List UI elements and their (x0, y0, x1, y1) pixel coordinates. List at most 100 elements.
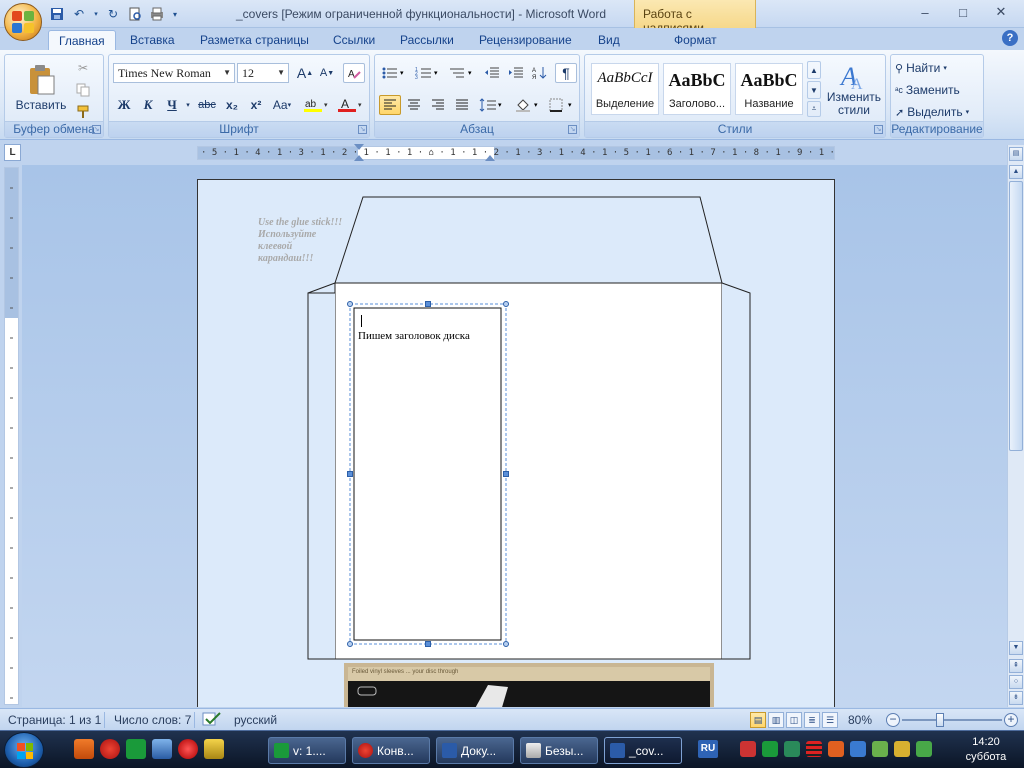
tray-icon[interactable] (784, 741, 800, 757)
styles-scroll-down-icon[interactable]: ▼ (807, 81, 821, 99)
font-launcher-icon[interactable]: ↘ (358, 125, 367, 134)
tray-icon[interactable] (872, 741, 888, 757)
textbox-text[interactable]: Пишем заголовок диска (358, 330, 470, 342)
start-button[interactable] (4, 732, 44, 768)
undo-icon[interactable]: ↶ (70, 5, 88, 23)
status-page[interactable]: Страница: 1 из 1 (8, 713, 101, 727)
paste-button[interactable]: Вставить (13, 59, 69, 117)
numbering-button[interactable]: 1 2 3 ▾ (413, 63, 443, 83)
bullets-button[interactable]: ▾ (379, 63, 409, 83)
textbox-handle-left[interactable] (347, 471, 353, 477)
clock[interactable]: 14:20 суббота (952, 735, 1020, 765)
document-area[interactable]: Use the glue stick!!! Используйте клеево… (22, 165, 1007, 707)
scroll-down-icon[interactable]: ▼ (1009, 641, 1023, 655)
multilevel-list-button[interactable]: ▾ (447, 63, 477, 83)
show-marks-button[interactable]: ¶ (555, 63, 577, 83)
zoom-level[interactable]: 80% (848, 713, 872, 727)
app-icon[interactable] (204, 739, 224, 759)
redo-icon[interactable]: ↻ (104, 5, 122, 23)
font-family-combo[interactable]: Times New Roman ▼ (113, 63, 235, 83)
scroll-thumb[interactable] (1009, 181, 1023, 451)
print-layout-view-icon[interactable]: ▤ (750, 712, 766, 728)
tray-icon[interactable] (806, 741, 822, 757)
taskbar-item-active[interactable]: _cov... (604, 737, 682, 764)
align-center-button[interactable] (403, 95, 425, 115)
shading-button[interactable]: ▾ (513, 95, 543, 115)
vertical-ruler[interactable] (4, 167, 19, 705)
clipboard-launcher-icon[interactable]: ↘ (92, 125, 101, 134)
tab-home[interactable]: Главная (48, 30, 116, 50)
proofing-check-icon[interactable] (202, 711, 222, 730)
full-screen-reading-icon[interactable]: ▥ (768, 712, 784, 728)
grow-font-button[interactable]: A ▲ (295, 63, 315, 83)
font-color-button[interactable]: A ▾ (335, 95, 367, 115)
print-preview-icon[interactable] (126, 5, 144, 23)
line-spacing-button[interactable]: ▾ (477, 95, 507, 115)
undo-dropdown-icon[interactable]: ▾ (92, 5, 100, 23)
align-right-button[interactable] (427, 95, 449, 115)
taskbar-item[interactable]: Доку... (436, 737, 514, 764)
borders-button[interactable]: ▾ (547, 95, 577, 115)
vertical-scrollbar[interactable]: ▤ ▲ ▼ ⇞ ○ ⇟ (1007, 145, 1024, 707)
office-button[interactable] (4, 3, 42, 41)
copy-icon[interactable] (73, 81, 93, 99)
tab-view[interactable]: Вид (588, 30, 630, 50)
tray-icon[interactable] (894, 741, 910, 757)
zoom-slider-track[interactable] (902, 719, 1002, 721)
utorrent-tray-icon[interactable] (762, 741, 778, 757)
font-size-combo[interactable]: 12 ▼ (237, 63, 289, 83)
italic-button[interactable]: К (137, 95, 159, 115)
align-left-button[interactable] (379, 95, 401, 115)
browse-object-icon[interactable]: ○ (1009, 675, 1023, 689)
styles-scroll-up-icon[interactable]: ▲ (807, 61, 821, 79)
styles-more-icon[interactable]: ⩡ (807, 101, 821, 117)
clear-formatting-icon[interactable]: A (343, 63, 365, 83)
textbox-handle-bottom-right[interactable] (503, 641, 509, 647)
tab-review[interactable]: Рецензирование (469, 30, 582, 50)
next-page-icon[interactable]: ⇟ (1009, 691, 1023, 705)
horizontal-ruler[interactable]: · 5 · 1 · 4 · 1 · 3 · 1 · 2 · 1 · 1 · 1 … (197, 146, 835, 160)
tray-icon[interactable] (828, 741, 844, 757)
page[interactable]: Use the glue stick!!! Используйте клеево… (197, 179, 835, 707)
styles-launcher-icon[interactable]: ↘ (874, 125, 883, 134)
scroll-up-icon[interactable]: ▲ (1009, 165, 1023, 179)
opera-icon[interactable] (100, 739, 120, 759)
style-title[interactable]: AaBbC Название (735, 63, 803, 115)
textbox-handle-top-right[interactable] (503, 301, 509, 307)
quicklaunch-app-icon[interactable] (74, 739, 94, 759)
status-word-count[interactable]: Число слов: 7 (114, 713, 191, 727)
status-language[interactable]: русский (234, 713, 277, 727)
taskbar-item[interactable]: Конв... (352, 737, 430, 764)
tab-selector-button[interactable]: L (4, 144, 21, 161)
decrease-indent-icon[interactable] (481, 63, 503, 83)
select-button[interactable]: ➚ Выделить ▾ (895, 103, 981, 121)
web-layout-icon[interactable]: ◫ (786, 712, 802, 728)
change-case-button[interactable]: Aa ▾ (269, 95, 295, 115)
textbox-handle-bottom-left[interactable] (347, 641, 353, 647)
underline-dropdown-icon[interactable]: ▾ (183, 95, 193, 115)
maximize-button[interactable]: □ (944, 3, 982, 21)
cut-icon[interactable]: ✂ (73, 59, 93, 77)
tab-page-layout[interactable]: Разметка страницы (190, 30, 319, 50)
strikethrough-button[interactable]: abc (195, 95, 219, 115)
zoom-out-icon[interactable]: − (886, 713, 900, 727)
print-icon[interactable] (148, 5, 166, 23)
outline-view-icon[interactable]: ≣ (804, 712, 820, 728)
utorrent-icon[interactable] (126, 739, 146, 759)
ruler-toggle-icon[interactable]: ▤ (1009, 147, 1023, 161)
tab-format[interactable]: Формат (664, 30, 727, 50)
shrink-font-button[interactable]: A ▼ (317, 63, 337, 83)
textbox-handle-right[interactable] (503, 471, 509, 477)
replace-button[interactable]: ᵃc Заменить (895, 81, 981, 99)
tab-references[interactable]: Ссылки (323, 30, 385, 50)
burn-icon[interactable] (178, 739, 198, 759)
zoom-slider-knob[interactable] (936, 713, 944, 727)
tab-mailings[interactable]: Рассылки (390, 30, 464, 50)
underline-button[interactable]: Ч (161, 95, 183, 115)
close-button[interactable]: ✕ (982, 3, 1020, 21)
change-styles-button[interactable]: AA Изменить стили (825, 59, 883, 119)
tray-icon[interactable] (850, 741, 866, 757)
justify-button[interactable] (451, 95, 473, 115)
increase-indent-icon[interactable] (505, 63, 527, 83)
paragraph-launcher-icon[interactable]: ↘ (568, 125, 577, 134)
